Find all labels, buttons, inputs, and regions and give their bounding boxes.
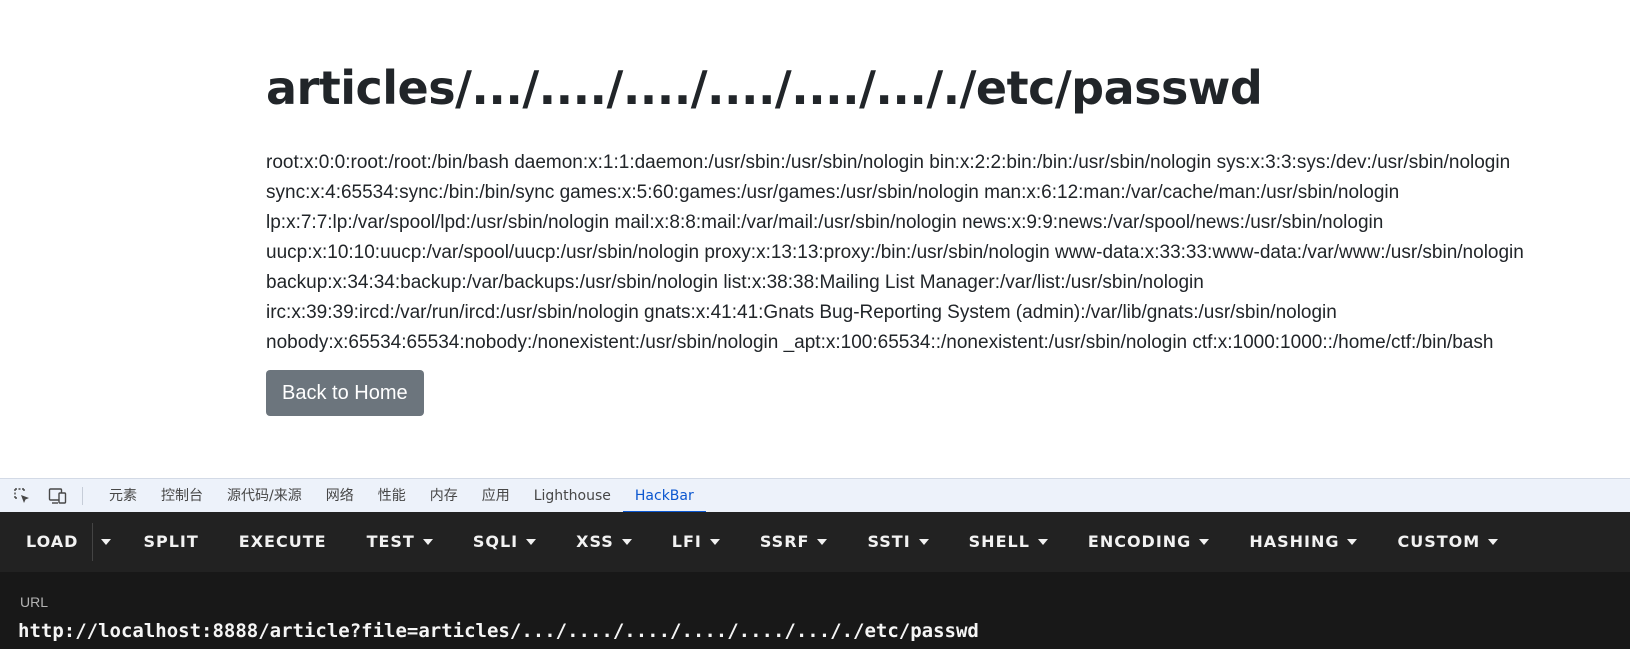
tab-hackbar[interactable]: HackBar [622,479,706,513]
tab-performance[interactable]: 性能 [366,479,418,513]
content-line: lp:x:7:7:lp:/var/spool/lpd:/usr/sbin/nol… [266,212,1384,233]
content-line: backup:x:34:34:backup:/var/backups:/usr/… [266,272,1204,293]
article-container: articles/.../..../..../..../..../..././e… [266,58,1616,416]
caret-down-icon [1347,539,1358,545]
caret-down-icon [621,539,632,545]
caret-down-icon [918,539,929,545]
hashing-label: HASHING [1249,532,1340,551]
caret-down-icon [526,539,537,545]
caret-down-icon [1488,539,1499,545]
custom-menu-button[interactable]: CUSTOM [1377,512,1518,572]
tab-network[interactable]: 网络 [314,479,366,513]
inspect-element-icon[interactable] [12,486,32,506]
lfi-menu-button[interactable]: LFI [652,512,740,572]
tab-elements[interactable]: 元素 [97,479,149,513]
hackbar-toolbar: LOAD SPLIT EXECUTE TEST SQLI XSS LFI SSR… [0,512,1630,572]
caret-down-icon [1037,539,1048,545]
caret-down-icon [709,539,720,545]
content-line: uucp:x:10:10:uucp:/var/spool/uucp:/usr/s… [266,242,1524,263]
content-line: root:x:0:0:root:/root:/bin/bash daemon:x… [266,152,1511,173]
url-input[interactable] [18,616,1618,646]
tab-sources[interactable]: 源代码/来源 [215,479,314,513]
tab-separator [82,486,83,505]
tab-application[interactable]: 应用 [470,479,522,513]
sqli-label: SQLI [472,532,519,551]
page-content: articles/.../..../..../..../..../..././e… [0,0,1630,478]
back-to-home-button[interactable]: Back to Home [266,370,424,416]
encoding-label: ENCODING [1087,532,1192,551]
lfi-label: LFI [671,532,702,551]
tab-lighthouse[interactable]: Lighthouse [522,479,623,513]
ssrf-menu-button[interactable]: SSRF [740,512,848,572]
caret-down-icon [101,539,112,545]
device-toolbar-icon[interactable] [48,486,68,506]
url-label: URL [20,594,49,610]
encoding-menu-button[interactable]: ENCODING [1068,512,1229,572]
hashing-menu-button[interactable]: HASHING [1229,512,1377,572]
ssti-label: SSTI [867,532,911,551]
xss-label: XSS [576,532,614,551]
sqli-menu-button[interactable]: SQLI [453,512,556,572]
ssti-menu-button[interactable]: SSTI [847,512,948,572]
execute-button[interactable]: EXECUTE [219,512,347,572]
hackbar-body: URL [0,572,1630,649]
load-button[interactable]: LOAD [0,512,92,572]
split-button[interactable]: SPLIT [123,512,218,572]
test-menu-button[interactable]: TEST [347,512,453,572]
load-dropdown-button[interactable] [92,523,123,561]
page-title: articles/.../..../..../..../..../..././e… [266,61,1263,115]
caret-down-icon [817,539,828,545]
devtools-tab-bar: 元素 控制台 源代码/来源 网络 性能 内存 应用 Lighthouse Hac… [0,478,1630,513]
xss-menu-button[interactable]: XSS [556,512,652,572]
tab-console[interactable]: 控制台 [149,479,215,513]
content-line: sync:x:4:65534:sync:/bin:/bin/sync games… [266,182,1400,203]
tab-memory[interactable]: 内存 [418,479,470,513]
custom-label: CUSTOM [1397,532,1481,551]
caret-down-icon [422,539,433,545]
content-line: irc:x:39:39:ircd:/var/run/ircd:/usr/sbin… [266,302,1337,323]
shell-label: SHELL [968,532,1030,551]
caret-down-icon [1199,539,1210,545]
file-content: root:x:0:0:root:/root:/bin/bash daemon:x… [266,148,1626,358]
test-label: TEST [366,532,415,551]
shell-menu-button[interactable]: SHELL [949,512,1068,572]
ssrf-label: SSRF [759,532,810,551]
content-line: nobody:x:65534:65534:nobody:/nonexistent… [266,332,1494,353]
